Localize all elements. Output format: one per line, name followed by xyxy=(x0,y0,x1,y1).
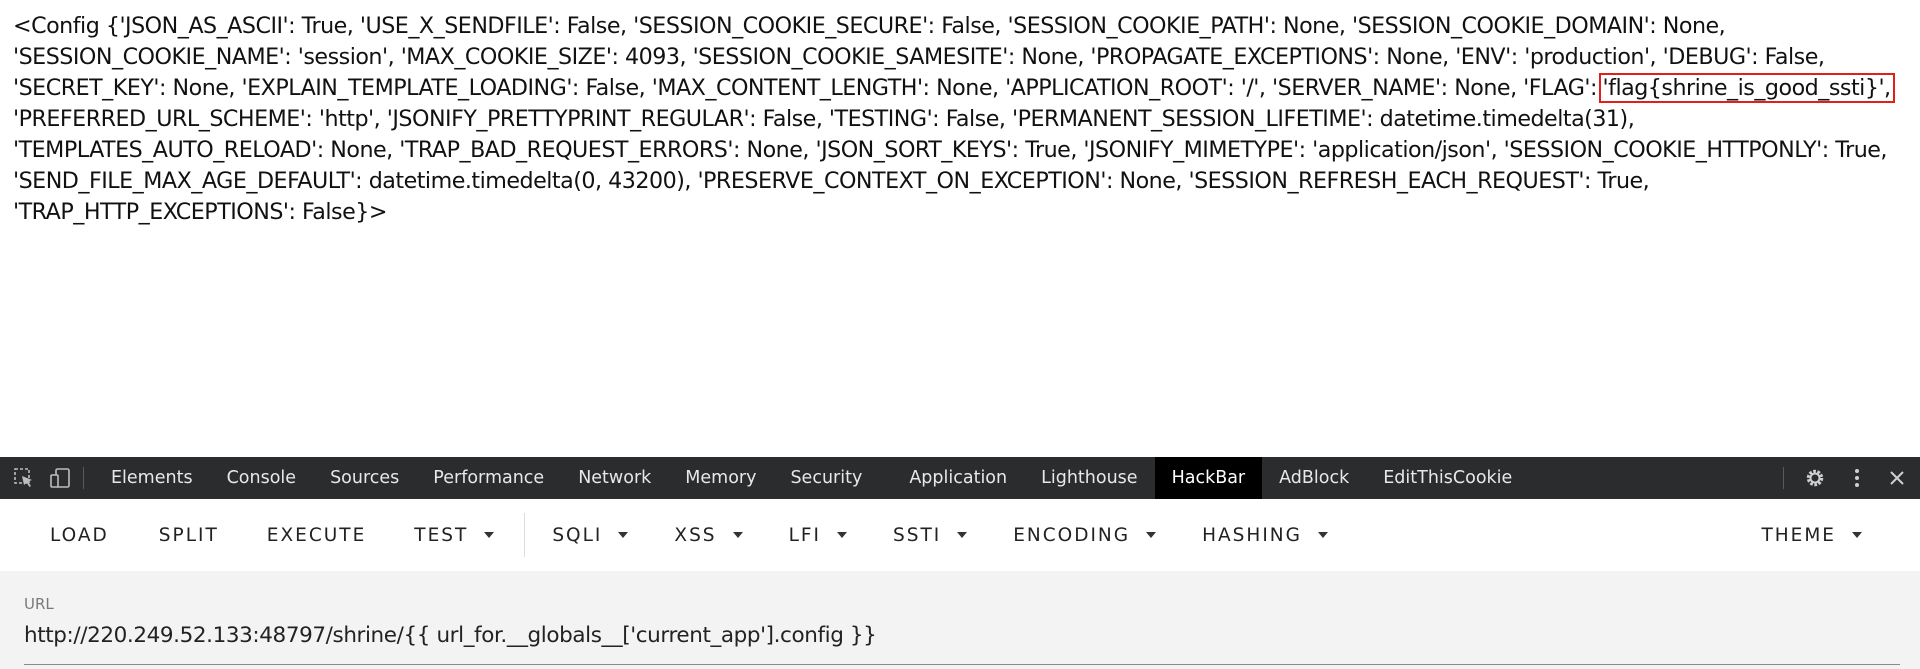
chevron-down-icon xyxy=(1852,532,1862,538)
execute-button-label: EXECUTE xyxy=(266,524,367,546)
chevron-down-icon xyxy=(1146,532,1157,538)
chevron-down-icon xyxy=(618,532,629,538)
config-text-before-flag: <Config {'JSON_AS_ASCII': True, 'USE_X_S… xyxy=(13,13,1825,101)
devtools-divider xyxy=(83,467,84,489)
hashing-button-label: HASHING xyxy=(1202,524,1302,546)
page-output: <Config {'JSON_AS_ASCII': True, 'USE_X_S… xyxy=(0,0,1920,457)
lfi-menu-button[interactable]: LFI xyxy=(789,499,847,571)
chevron-down-icon xyxy=(957,532,968,538)
ssti-button-label: SSTI xyxy=(892,524,942,546)
chevron-down-icon xyxy=(732,532,743,538)
hackbar-toolbar: LOAD SPLIT EXECUTE TEST SQLI XSS LFI SST… xyxy=(0,499,1920,571)
device-toolbar-icon[interactable] xyxy=(49,467,71,489)
load-button-label: LOAD xyxy=(50,524,109,546)
tab-performance[interactable]: Performance xyxy=(416,457,561,499)
tab-lighthouse[interactable]: Lighthouse xyxy=(1024,457,1154,499)
tab-sources[interactable]: Sources xyxy=(313,457,416,499)
lfi-button-label: LFI xyxy=(788,524,821,546)
chevron-down-icon xyxy=(1317,532,1328,538)
devtools-divider-right xyxy=(1783,467,1784,489)
tab-application[interactable]: Application xyxy=(892,457,1024,499)
chevron-down-icon xyxy=(836,532,847,538)
tab-security[interactable]: Security xyxy=(773,457,892,499)
url-input-underline xyxy=(24,664,1900,665)
split-button[interactable]: SPLIT xyxy=(159,499,219,571)
execute-button[interactable]: EXECUTE xyxy=(267,499,367,571)
sqli-menu-button[interactable]: SQLI xyxy=(552,499,629,571)
tab-elements[interactable]: Elements xyxy=(94,457,210,499)
test-menu-button[interactable]: TEST xyxy=(414,499,495,571)
chevron-down-icon xyxy=(484,532,495,538)
toolbar-divider xyxy=(524,513,526,557)
devtools-tab-bar: Elements Console Sources Performance Net… xyxy=(0,457,1920,499)
url-panel: URL http://220.249.52.133:48797/shrine/{… xyxy=(0,571,1920,669)
test-button-label: TEST xyxy=(414,524,469,546)
load-button[interactable]: LOAD xyxy=(50,499,109,571)
theme-menu-button[interactable]: THEME xyxy=(1761,499,1862,571)
more-options-icon[interactable] xyxy=(1846,467,1868,489)
url-field-label: URL xyxy=(24,595,54,613)
split-button-label: SPLIT xyxy=(158,524,219,546)
config-text-after-flag: 'PREFERRED_URL_SCHEME': 'http', 'JSONIFY… xyxy=(13,106,1887,225)
tab-adblock[interactable]: AdBlock xyxy=(1262,457,1366,499)
tab-network[interactable]: Network xyxy=(561,457,668,499)
devtools-right-controls xyxy=(1783,457,1908,499)
xss-button-label: XSS xyxy=(674,524,717,546)
url-input[interactable]: http://220.249.52.133:48797/shrine/{{ ur… xyxy=(24,623,877,648)
inspect-element-icon[interactable] xyxy=(13,467,35,489)
ssti-menu-button[interactable]: SSTI xyxy=(892,499,968,571)
tab-memory[interactable]: Memory xyxy=(668,457,773,499)
xss-menu-button[interactable]: XSS xyxy=(674,499,743,571)
tab-console[interactable]: Console xyxy=(210,457,313,499)
settings-gear-icon[interactable] xyxy=(1804,467,1826,489)
close-icon[interactable] xyxy=(1886,467,1908,489)
hashing-menu-button[interactable]: HASHING xyxy=(1202,499,1328,571)
config-dump-text: <Config {'JSON_AS_ASCII': True, 'USE_X_S… xyxy=(13,11,1913,228)
theme-button-label: THEME xyxy=(1761,524,1836,546)
encoding-button-label: ENCODING xyxy=(1013,524,1131,546)
tab-hackbar[interactable]: HackBar xyxy=(1154,457,1263,499)
encoding-menu-button[interactable]: ENCODING xyxy=(1013,499,1157,571)
sqli-button-label: SQLI xyxy=(552,524,603,546)
tab-editthiscookie[interactable]: EditThisCookie xyxy=(1366,457,1529,499)
flag-highlight-box: 'flag{shrine_is_good_ssti}', xyxy=(1598,73,1895,103)
